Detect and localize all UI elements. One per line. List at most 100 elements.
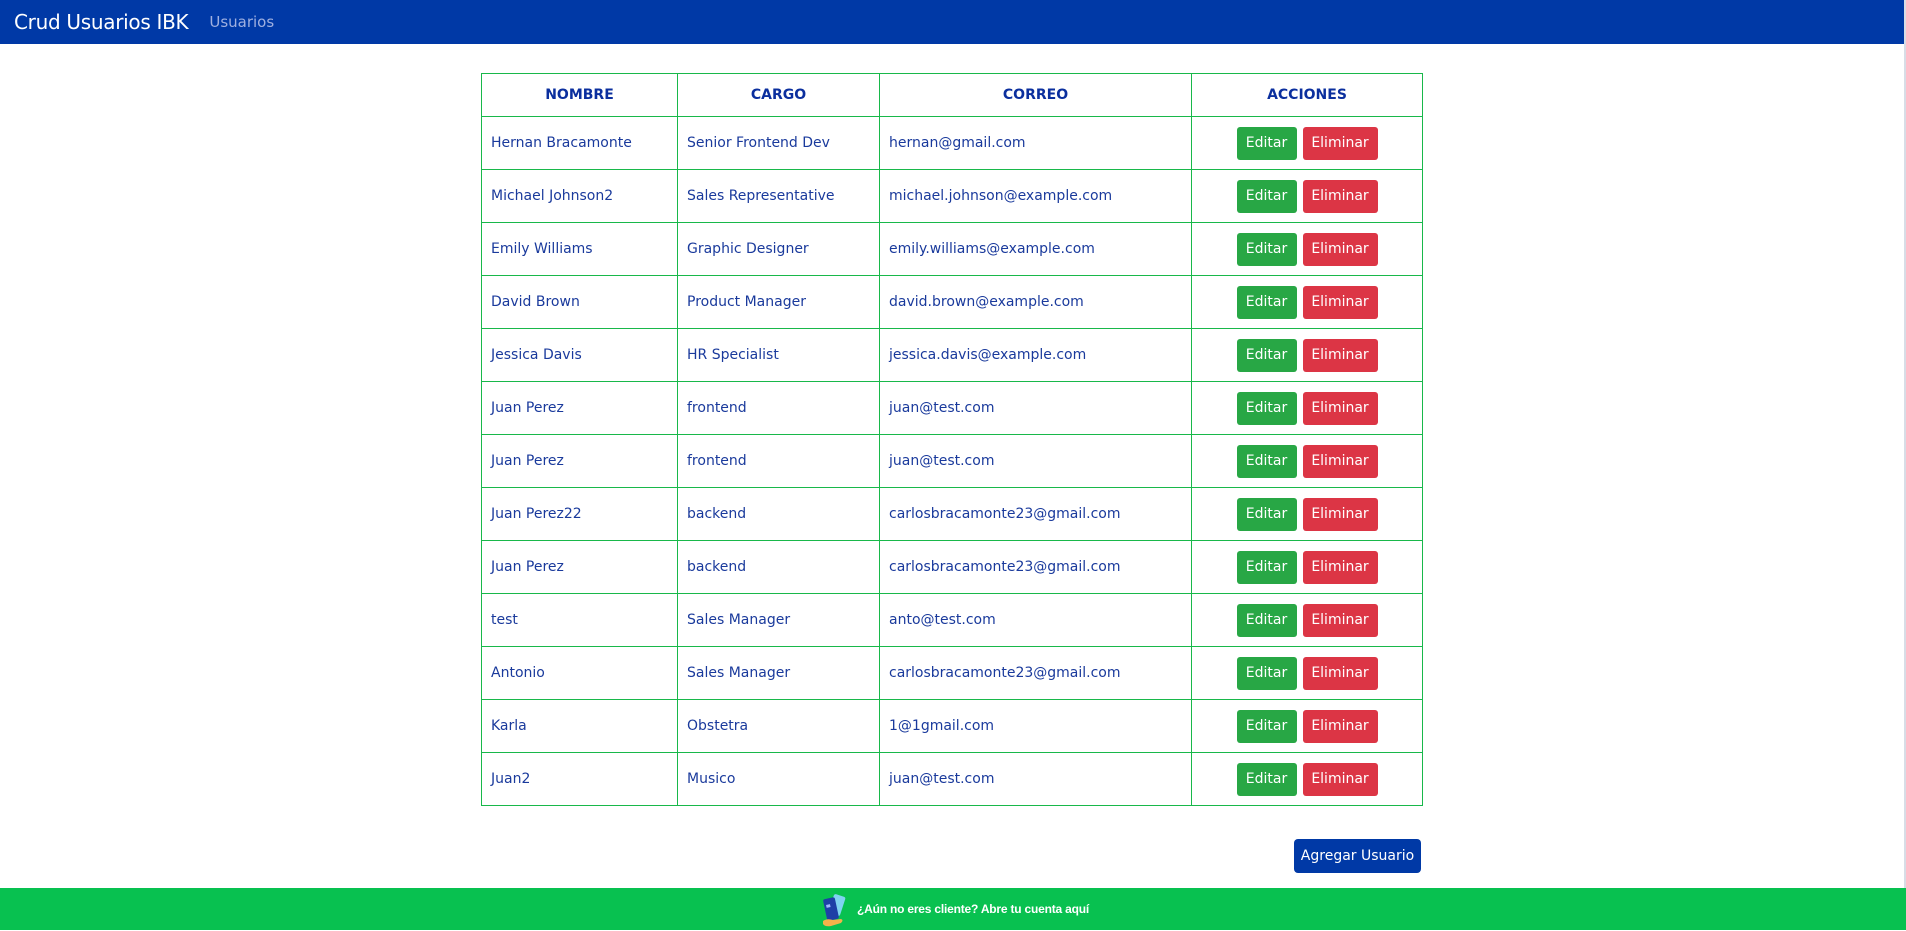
cell-acciones: Editar Eliminar [1191, 434, 1423, 488]
add-user-button[interactable]: Agregar Usuario [1294, 839, 1421, 873]
cell-nombre: Karla [481, 699, 678, 753]
edit-button[interactable]: Editar [1236, 232, 1297, 266]
cell-correo: carlosbracamonte23@gmail.com [879, 646, 1192, 700]
table-row: Juan2 Musico juan@test.com Editar Eliminar [481, 752, 1423, 806]
cell-correo: carlosbracamonte23@gmail.com [879, 540, 1192, 594]
cell-nombre: test [481, 593, 678, 647]
cell-acciones: Editar Eliminar [1191, 540, 1423, 594]
delete-button[interactable]: Eliminar [1302, 444, 1378, 478]
table-row: Emily Williams Graphic Designer emily.will… [481, 222, 1423, 276]
table-row: Antonio Sales Manager carlosbracamonte23@g… [481, 646, 1423, 700]
edit-button[interactable]: Editar [1236, 285, 1297, 319]
brand-title[interactable]: Crud Usuarios IBK [14, 10, 189, 34]
users-table: NOMBRE CARGO CORREO ACCIONES Hernan Brac… [481, 73, 1423, 806]
cell-nombre: Antonio [481, 646, 678, 700]
cell-acciones: Editar Eliminar [1191, 699, 1423, 753]
navbar: Crud Usuarios IBK Usuarios [0, 0, 1906, 44]
edit-button[interactable]: Editar [1236, 444, 1297, 478]
header-correo: CORREO [879, 73, 1192, 117]
footer-banner[interactable]: ¿Aún no eres cliente? Abre tu cuenta aqu… [0, 888, 1906, 930]
cell-nombre: Hernan Bracamonte [481, 116, 678, 170]
cell-correo: carlosbracamonte23@gmail.com [879, 487, 1192, 541]
cell-correo: juan@test.com [879, 752, 1192, 806]
header-nombre: NOMBRE [481, 73, 678, 117]
table-header-row: NOMBRE CARGO CORREO ACCIONES [481, 73, 1423, 117]
cell-correo: emily.williams@example.com [879, 222, 1192, 276]
cell-acciones: Editar Eliminar [1191, 646, 1423, 700]
cell-cargo: Product Manager [677, 275, 880, 329]
delete-button[interactable]: Eliminar [1302, 656, 1378, 690]
delete-button[interactable]: Eliminar [1302, 338, 1378, 372]
edit-button[interactable]: Editar [1236, 603, 1297, 637]
table-row: Juan Perez frontend juan@test.com Editar Eli… [481, 381, 1423, 435]
cell-acciones: Editar Eliminar [1191, 593, 1423, 647]
cell-acciones: Editar Eliminar [1191, 752, 1423, 806]
cell-cargo: Sales Representative [677, 169, 880, 223]
nav-link-usuarios[interactable]: Usuarios [209, 13, 274, 31]
cell-correo: david.brown@example.com [879, 275, 1192, 329]
delete-button[interactable]: Eliminar [1302, 285, 1378, 319]
cell-acciones: Editar Eliminar [1191, 275, 1423, 329]
header-cargo: CARGO [677, 73, 880, 117]
delete-button[interactable]: Eliminar [1302, 550, 1378, 584]
cell-nombre: Juan Perez22 [481, 487, 678, 541]
cell-correo: anto@test.com [879, 593, 1192, 647]
cell-acciones: Editar Eliminar [1191, 328, 1423, 382]
table-row: Karla Obstetra 1@1gmail.com Editar Eliminar [481, 699, 1423, 753]
table-row: David Brown Product Manager david.brown@ex… [481, 275, 1423, 329]
delete-button[interactable]: Eliminar [1302, 179, 1378, 213]
edit-button[interactable]: Editar [1236, 762, 1297, 796]
cell-correo: jessica.davis@example.com [879, 328, 1192, 382]
cell-cargo: HR Specialist [677, 328, 880, 382]
cell-nombre: Juan2 [481, 752, 678, 806]
table-row: Juan Perez22 backend carlosbracamonte23@gm… [481, 487, 1423, 541]
cell-nombre: David Brown [481, 275, 678, 329]
cell-correo: juan@test.com [879, 381, 1192, 435]
cell-acciones: Editar Eliminar [1191, 116, 1423, 170]
cell-cargo: backend [677, 540, 880, 594]
cell-acciones: Editar Eliminar [1191, 169, 1423, 223]
cell-nombre: Juan Perez [481, 540, 678, 594]
edit-button[interactable]: Editar [1236, 497, 1297, 531]
edit-button[interactable]: Editar [1236, 391, 1297, 425]
cell-cargo: Sales Manager [677, 646, 880, 700]
cell-nombre: Emily Williams [481, 222, 678, 276]
delete-button[interactable]: Eliminar [1302, 126, 1378, 160]
delete-button[interactable]: Eliminar [1302, 232, 1378, 266]
cell-cargo: Musico [677, 752, 880, 806]
edit-button[interactable]: Editar [1236, 550, 1297, 584]
cell-cargo: Sales Manager [677, 593, 880, 647]
cell-cargo: Graphic Designer [677, 222, 880, 276]
table-row: Michael Johnson2 Sales Representative mich… [481, 169, 1423, 223]
edit-button[interactable]: Editar [1236, 656, 1297, 690]
edit-button[interactable]: Editar [1236, 709, 1297, 743]
cell-acciones: Editar Eliminar [1191, 222, 1423, 276]
cell-correo: juan@test.com [879, 434, 1192, 488]
footer-text: ¿Aún no eres cliente? Abre tu cuenta aqu… [856, 902, 1090, 916]
cell-nombre: Juan Perez [481, 381, 678, 435]
cell-nombre: Jessica Davis [481, 328, 678, 382]
delete-button[interactable]: Eliminar [1302, 762, 1378, 796]
cards-hand-icon [822, 894, 846, 927]
cell-cargo: frontend [677, 381, 880, 435]
cell-cargo: Obstetra [677, 699, 880, 753]
cell-cargo: backend [677, 487, 880, 541]
table-row: Jessica Davis HR Specialist jessica.davis@… [481, 328, 1423, 382]
delete-button[interactable]: Eliminar [1302, 709, 1378, 743]
delete-button[interactable]: Eliminar [1302, 391, 1378, 425]
table-row: test Sales Manager anto@test.com Editar Elim… [481, 593, 1423, 647]
cell-correo: michael.johnson@example.com [879, 169, 1192, 223]
cell-nombre: Michael Johnson2 [481, 169, 678, 223]
header-acciones: ACCIONES [1191, 73, 1423, 117]
delete-button[interactable]: Eliminar [1302, 497, 1378, 531]
delete-button[interactable]: Eliminar [1302, 603, 1378, 637]
edit-button[interactable]: Editar [1236, 338, 1297, 372]
cell-cargo: frontend [677, 434, 880, 488]
cell-acciones: Editar Eliminar [1191, 381, 1423, 435]
cell-acciones: Editar Eliminar [1191, 487, 1423, 541]
edit-button[interactable]: Editar [1236, 126, 1297, 160]
table-row: Hernan Bracamonte Senior Frontend Dev hern… [481, 116, 1423, 170]
edit-button[interactable]: Editar [1236, 179, 1297, 213]
table-row: Juan Perez frontend juan@test.com Editar Eli… [481, 434, 1423, 488]
cell-nombre: Juan Perez [481, 434, 678, 488]
